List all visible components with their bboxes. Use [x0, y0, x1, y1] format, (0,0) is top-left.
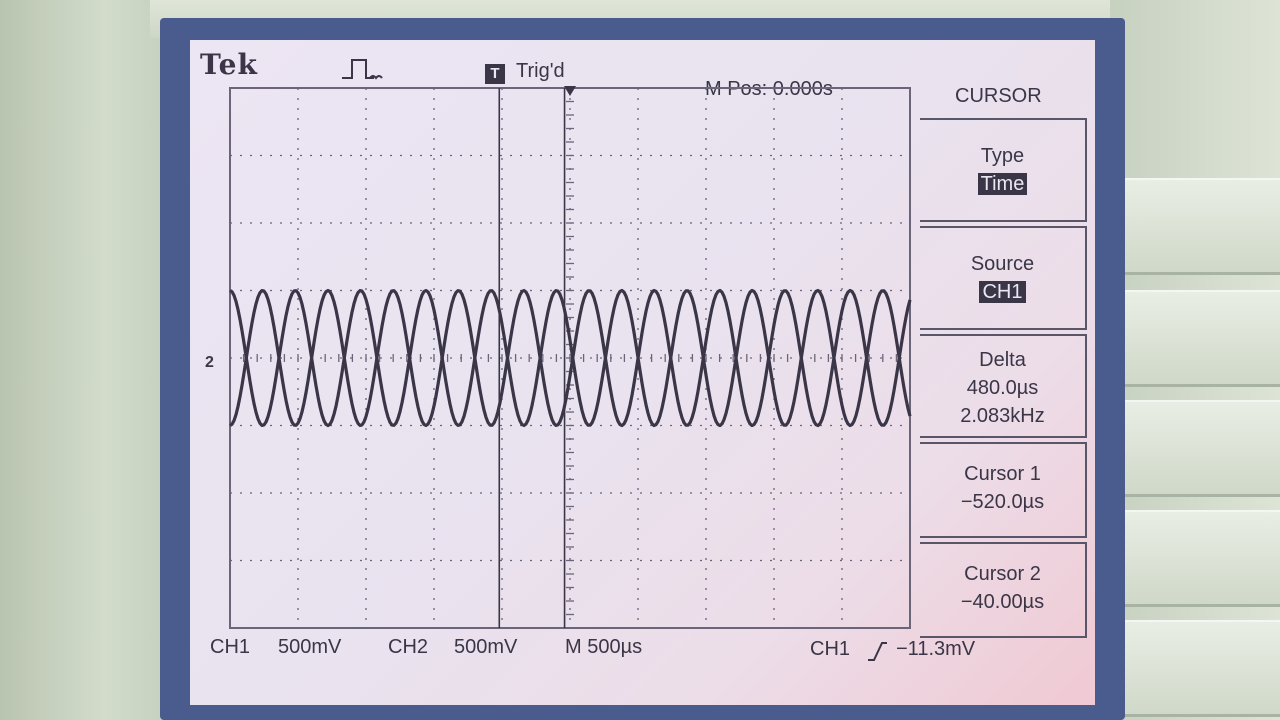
ch1-label: CH1	[210, 636, 251, 658]
ch1-scale: 500mV	[278, 636, 342, 658]
rising-edge-icon	[868, 642, 887, 661]
menu-type-label: Type	[980, 145, 1025, 167]
menu-cursor2-value: −40.00µs	[960, 591, 1045, 613]
timebase: M 500µs	[565, 636, 643, 658]
menu-type[interactable]: Type Time	[920, 118, 1087, 222]
menu-source-label: Source	[970, 253, 1035, 275]
menu-cursor2-label: Cursor 2	[964, 563, 1041, 585]
hardware-button-4[interactable]	[1115, 510, 1280, 607]
hardware-button-5[interactable]	[1115, 620, 1280, 717]
instrument-bezel-left	[0, 0, 175, 720]
ch2-label: CH2	[388, 636, 429, 658]
hardware-button-3[interactable]	[1115, 400, 1280, 497]
hardware-button-1[interactable]	[1115, 178, 1280, 275]
menu-delta-label: Delta	[979, 349, 1026, 371]
menu-delta-time: 480.0µs	[966, 377, 1039, 399]
menu-cursor2[interactable]: Cursor 2 −40.00µs	[920, 542, 1087, 638]
ch2-scale: 500mV	[454, 636, 518, 658]
menu-cursor1-label: Cursor 1	[964, 463, 1041, 485]
menu-source[interactable]: Source CH1	[920, 226, 1087, 330]
hardware-button-2[interactable]	[1115, 290, 1280, 387]
cursor-menu: Type Time Source CH1 Delta 480.0µs 2.083…	[920, 118, 1095, 638]
trigger-position-marker	[564, 86, 576, 96]
menu-type-value: Time	[977, 173, 1028, 195]
oscilloscope-screen: Tek T Trig'd M Pos: 0.000s CURSOR 2 Type…	[190, 40, 1095, 705]
menu-cursor1-value: −520.0µs	[960, 491, 1045, 513]
ch2-ground-marker: 2	[205, 354, 214, 371]
menu-source-value: CH1	[979, 281, 1026, 303]
menu-delta-frequency: 2.083kHz	[960, 405, 1045, 427]
trigger-source: CH1	[810, 638, 851, 660]
trigger-level: −11.3mV	[896, 638, 976, 660]
menu-cursor1[interactable]: Cursor 1 −520.0µs	[920, 442, 1087, 538]
menu-delta: Delta 480.0µs 2.083kHz	[920, 334, 1087, 438]
